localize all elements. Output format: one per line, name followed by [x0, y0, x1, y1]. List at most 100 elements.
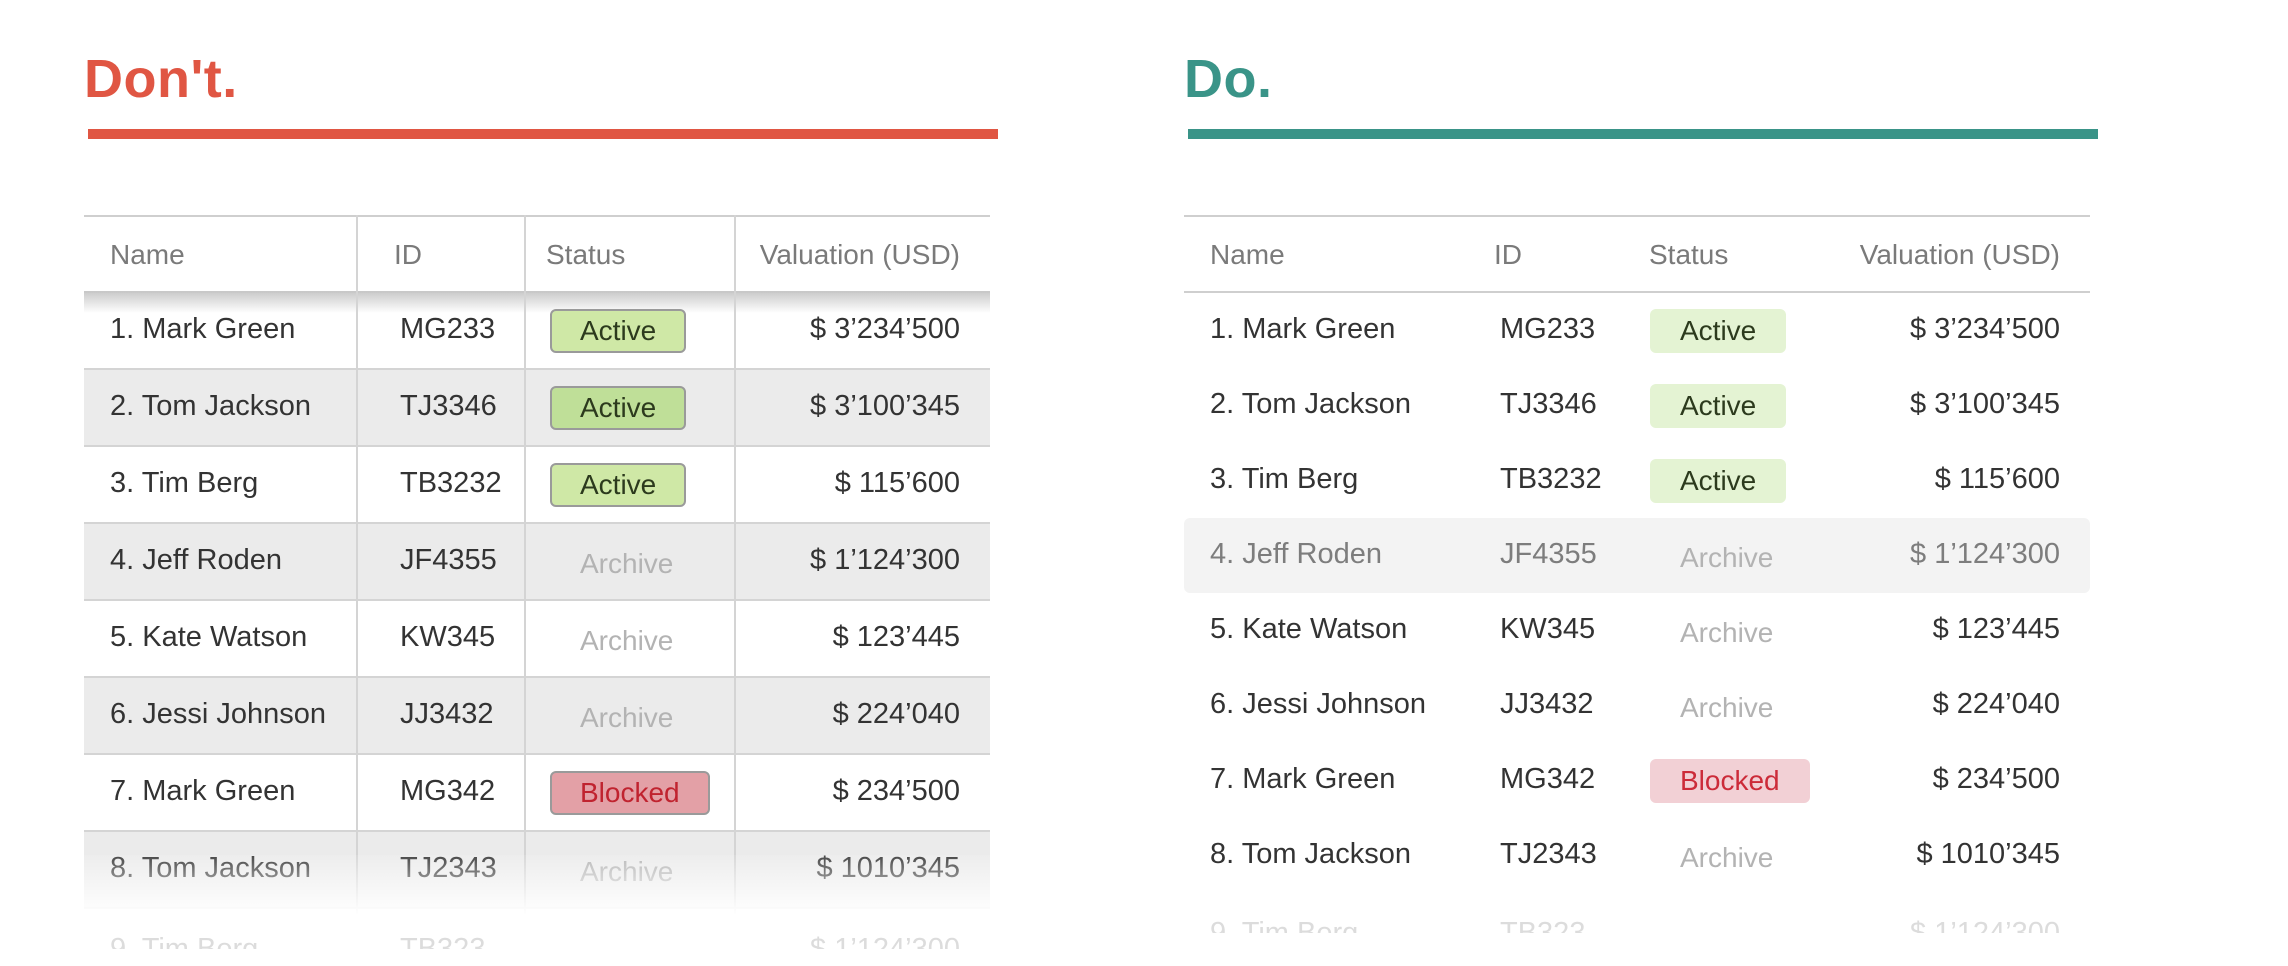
status-archive: Archive — [580, 702, 674, 733]
column-header-status[interactable]: Status — [546, 239, 625, 271]
column-header-name[interactable]: Name — [110, 239, 185, 271]
status-archive: Archive — [1680, 542, 1774, 573]
cell-name: 1. Mark Green — [110, 313, 296, 345]
status-cell: Active — [550, 386, 687, 430]
table-row[interactable]: 2. Tom Jackson TJ3346 Active $ 3’100’345 — [84, 370, 990, 447]
dont-panel: Don't. Name ID Status Valuation (USD) 1.… — [84, 0, 1004, 966]
table-row[interactable]: 4. Jeff Roden JF4355 Archive $ 1’124’300 — [1184, 518, 2090, 593]
cell-id: TB3232 — [400, 467, 502, 499]
ghost-id: TB323 — [400, 933, 486, 949]
column-divider — [524, 215, 526, 915]
cell-valuation: $ 234’500 — [832, 775, 960, 807]
table-row[interactable]: 7. Mark Green MG342 Blocked $ 234’500 — [1184, 743, 2090, 818]
do-table-header: Name ID Status Valuation (USD) — [1184, 215, 2090, 293]
ghost-row: 9. Tim Berg TB323 $ 1’124’300 — [1184, 893, 2090, 933]
status-badge-active: Active — [550, 386, 687, 430]
status-archive: Archive — [1680, 692, 1774, 723]
status-cell: Blocked — [1650, 759, 1810, 803]
ghost-name: 9. Tim Berg — [1210, 917, 1359, 933]
table-row[interactable]: 5. Kate Watson KW345 Archive $ 123’445 — [84, 601, 990, 678]
cell-valuation: $ 1010’345 — [1916, 838, 2060, 870]
status-badge-active: Active — [1650, 384, 1787, 428]
status-badge-active: Active — [1650, 459, 1787, 503]
column-header-status[interactable]: Status — [1649, 239, 1728, 271]
status-cell: Active — [1650, 459, 1787, 503]
cell-name: 7. Mark Green — [1210, 763, 1396, 795]
cell-name: 3. Tim Berg — [1210, 463, 1359, 495]
cell-id: KW345 — [400, 621, 496, 653]
cell-valuation: $ 123’445 — [832, 621, 960, 653]
status-badge-active: Active — [1650, 309, 1787, 353]
table-row[interactable]: 4. Jeff Roden JF4355 Archive $ 1’124’300 — [84, 524, 990, 601]
cell-id: JF4355 — [400, 544, 497, 576]
column-header-valuation[interactable]: Valuation (USD) — [760, 239, 960, 271]
do-table: Name ID Status Valuation (USD) 1. Mark G… — [1184, 215, 2090, 933]
table-row[interactable]: 6. Jessi Johnson JJ3432 Archive $ 224’040 — [1184, 668, 2090, 743]
column-divider — [356, 215, 358, 915]
do-heading: Do. — [1184, 49, 1273, 109]
status-archive: Archive — [580, 548, 674, 579]
cell-id: MG233 — [400, 313, 496, 345]
table-row[interactable]: 6. Jessi Johnson JJ3432 Archive $ 224’040 — [84, 678, 990, 755]
table-row[interactable]: 1. Mark Green MG233 Active $ 3’234’500 — [1184, 293, 2090, 368]
table-row[interactable]: 2. Tom Jackson TJ3346 Active $ 3’100’345 — [1184, 368, 2090, 443]
cell-id: TB3232 — [1500, 463, 1602, 495]
status-badge-blocked: Blocked — [550, 771, 710, 815]
cell-name: 6. Jessi Johnson — [1210, 688, 1427, 720]
table-row[interactable]: 3. Tim Berg TB3232 Active $ 115’600 — [84, 447, 990, 524]
cell-valuation: $ 234’500 — [1932, 763, 2060, 795]
status-cell: Active — [1650, 309, 1787, 353]
status-archive: Archive — [1680, 617, 1774, 648]
cell-name: 1. Mark Green — [1210, 313, 1396, 345]
cell-valuation: $ 3’234’500 — [810, 313, 960, 345]
column-divider — [734, 215, 736, 915]
cell-id: JJ3432 — [400, 698, 494, 730]
cell-name: 3. Tim Berg — [110, 467, 259, 499]
ghost-valuation: $ 1’124’300 — [810, 933, 960, 949]
cell-id: MG342 — [400, 775, 496, 807]
dont-accent-rule — [88, 129, 998, 139]
cell-name: 7. Mark Green — [110, 775, 296, 807]
cell-id: JJ3432 — [1500, 688, 1594, 720]
cell-valuation: $ 115’600 — [834, 467, 960, 499]
cell-name: 5. Kate Watson — [110, 621, 308, 653]
cell-valuation: $ 1’124’300 — [810, 544, 960, 576]
table-row[interactable]: 1. Mark Green MG233 Active $ 3’234’500 — [84, 293, 990, 370]
dont-table: Name ID Status Valuation (USD) 1. Mark G… — [84, 215, 990, 949]
dont-table-header: Name ID Status Valuation (USD) — [84, 215, 990, 293]
status-cell: Active — [1650, 384, 1787, 428]
table-row[interactable]: 5. Kate Watson KW345 Archive $ 123’445 — [1184, 593, 2090, 668]
cell-valuation: $ 115’600 — [1934, 463, 2060, 495]
column-header-name[interactable]: Name — [1210, 239, 1285, 271]
do-table-body: 1. Mark Green MG233 Active $ 3’234’500 2. To… — [1184, 293, 2090, 893]
column-header-id[interactable]: ID — [394, 239, 422, 271]
cell-name: 6. Jessi Johnson — [110, 698, 327, 730]
cell-id: MG233 — [1500, 313, 1596, 345]
cell-valuation: $ 224’040 — [1932, 688, 2060, 720]
status-cell: Active — [550, 463, 687, 507]
status-badge-active: Active — [550, 463, 687, 507]
status-badge-blocked: Blocked — [1650, 759, 1810, 803]
table-row[interactable]: 7. Mark Green MG342 Blocked $ 234’500 — [84, 755, 990, 832]
cell-id: MG342 — [1500, 763, 1596, 795]
cell-name: 8. Tom Jackson — [1210, 838, 1411, 870]
status-archive: Archive — [580, 625, 674, 656]
status-cell: Blocked — [550, 771, 710, 815]
bottom-fade — [84, 855, 990, 915]
do-panel: Do. Name ID Status Valuation (USD) 1. Ma… — [1184, 0, 2104, 966]
cell-name: 2. Tom Jackson — [110, 390, 311, 422]
dont-heading: Don't. — [84, 49, 238, 109]
ghost-name: 9. Tim Berg — [110, 933, 259, 949]
cell-name: 4. Jeff Roden — [1210, 538, 1382, 570]
cell-name: 2. Tom Jackson — [1210, 388, 1411, 420]
dont-table-body: 1. Mark Green MG233 Active $ 3’234’500 2. To… — [84, 293, 990, 909]
table-row[interactable]: 3. Tim Berg TB3232 Active $ 115’600 — [1184, 443, 2090, 518]
ghost-id: TB323 — [1500, 917, 1586, 933]
cell-id: TJ2343 — [1500, 838, 1597, 870]
status-badge-active: Active — [550, 309, 687, 353]
column-header-valuation[interactable]: Valuation (USD) — [1860, 239, 2060, 271]
ghost-row: 9. Tim Berg TB323 $ 1’124’300 — [84, 909, 990, 949]
column-header-id[interactable]: ID — [1494, 239, 1522, 271]
cell-valuation: $ 123’445 — [1932, 613, 2060, 645]
table-row[interactable]: 8. Tom Jackson TJ2343 Archive $ 1010’345 — [1184, 818, 2090, 893]
